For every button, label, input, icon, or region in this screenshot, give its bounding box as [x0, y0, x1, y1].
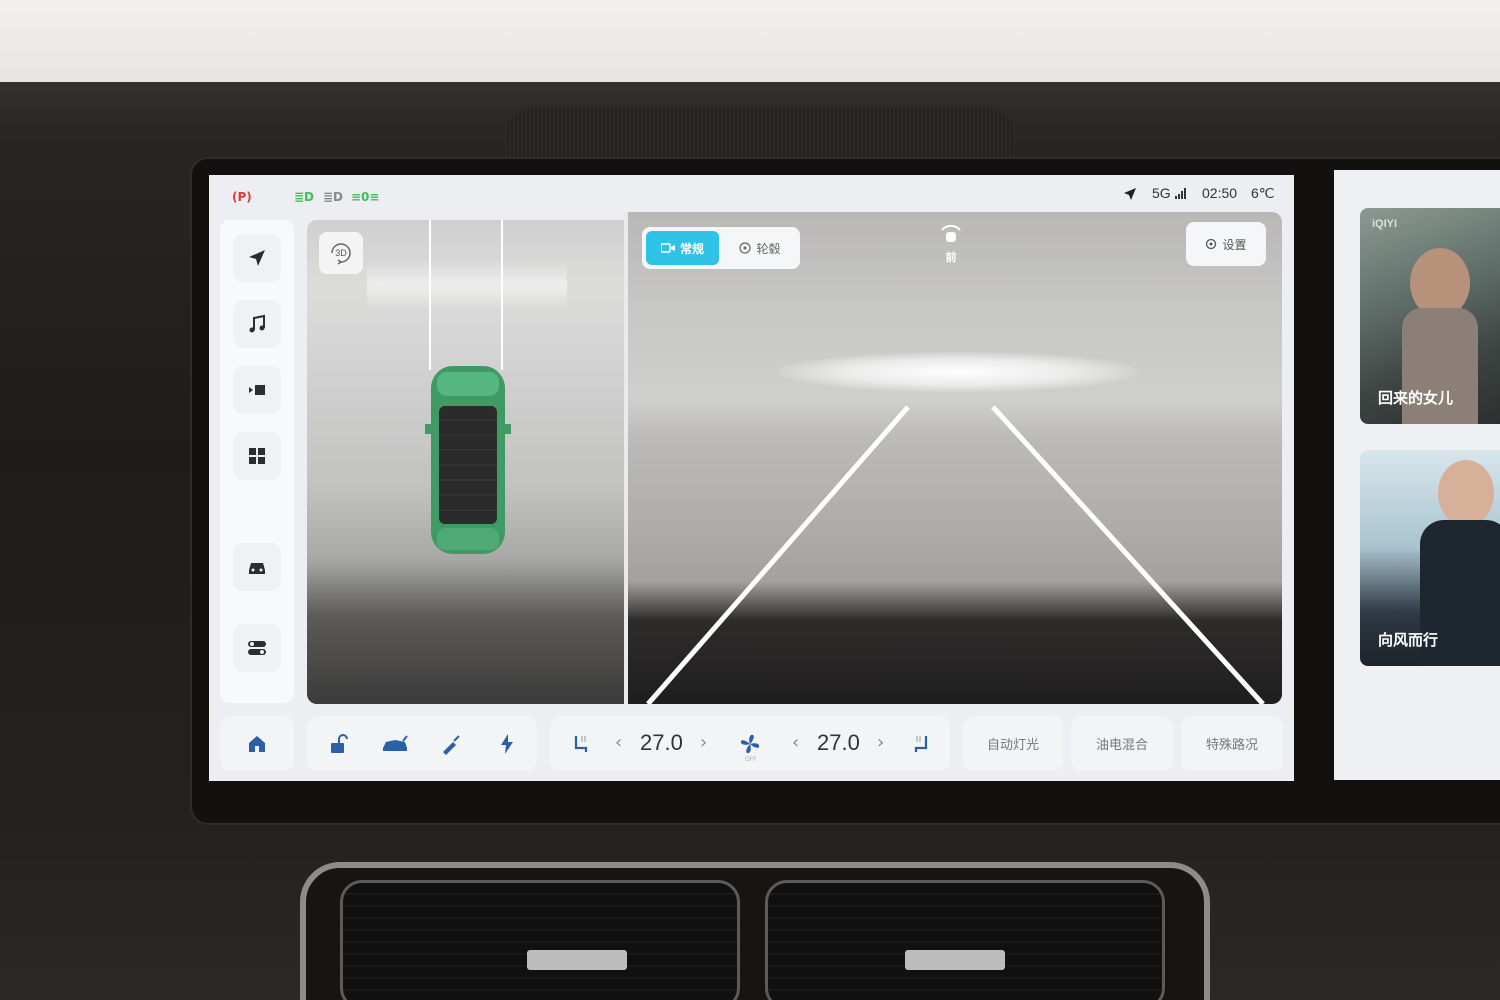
settings-toggle-icon — [248, 641, 266, 655]
sidebar — [220, 220, 294, 703]
video-card[interactable]: iQIYI 回来的女儿 — [1360, 208, 1500, 424]
background-wall — [0, 0, 1500, 85]
ceiling-light — [367, 260, 567, 310]
low-beam-icon: ≣D — [294, 190, 315, 204]
view-normal-button[interactable]: 常规 — [646, 231, 719, 265]
sidebar-item-navigation[interactable] — [233, 234, 281, 282]
air-vent-left — [340, 880, 740, 1000]
hybrid-mode-button[interactable]: 油电混合 — [1071, 716, 1173, 771]
sidebar-item-media[interactable] — [233, 366, 281, 414]
home-button[interactable] — [220, 716, 294, 771]
charge-port-icon[interactable] — [495, 732, 519, 756]
car-icon — [249, 563, 265, 574]
left-temp-increase[interactable]: › — [700, 732, 707, 753]
video-card[interactable]: 向风而行 — [1360, 450, 1500, 666]
air-vent-right — [765, 880, 1165, 1000]
sidebar-item-apps[interactable] — [233, 432, 281, 480]
auto-light-button[interactable]: 自动灯光 — [963, 716, 1063, 771]
left-temp-decrease[interactable]: ‹ — [615, 732, 622, 753]
parking-guide-lines — [646, 405, 1265, 704]
special-road-button[interactable]: 特殊路况 — [1181, 716, 1283, 771]
sidebar-item-controls[interactable] — [233, 624, 281, 672]
parking-brake-icon: (P) — [232, 190, 252, 204]
front-camera-view[interactable]: 常规 轮毂 前 设置 — [628, 212, 1282, 704]
camera-settings-button[interactable]: 设置 — [1186, 222, 1266, 266]
navigation-icon — [249, 250, 265, 266]
card-title: 回来的女儿 — [1378, 389, 1454, 407]
unlock-icon[interactable] — [327, 732, 351, 756]
media-icon — [249, 385, 265, 395]
apps-icon — [249, 448, 265, 464]
left-temp-value: 27.0 — [640, 730, 683, 755]
sidebar-item-music[interactable] — [233, 300, 281, 348]
outside-temperature: 6℃ — [1251, 185, 1275, 201]
climate-control: ‹ 27.0 › OFF ‹ 27.0 › — [550, 716, 950, 771]
view-mode-toggle: 常规 轮毂 — [642, 227, 800, 269]
location-icon — [1124, 188, 1136, 200]
fan-icon[interactable] — [738, 732, 762, 756]
view-3d-button[interactable]: 3D — [319, 232, 363, 274]
card-title: 向风而行 — [1378, 631, 1439, 649]
fan-state: OFF — [745, 756, 757, 763]
trunk-icon[interactable] — [381, 732, 409, 756]
gear-icon — [1206, 238, 1217, 250]
fuel-cap-icon[interactable] — [439, 732, 463, 756]
music-icon — [249, 314, 265, 333]
network-label: 5G — [1152, 185, 1171, 201]
poster-figure — [1438, 460, 1494, 526]
signal-icon — [1175, 188, 1186, 199]
right-temp-value: 27.0 — [817, 730, 860, 755]
vehicle-quick-controls — [307, 716, 537, 771]
sidebar-item-vehicle[interactable] — [233, 543, 281, 591]
wheel-icon — [739, 242, 752, 254]
vent-tab-right[interactable] — [905, 950, 1005, 970]
direction-label: 前 — [945, 251, 957, 264]
brand-logo: iQIYI — [1372, 218, 1398, 230]
dash-speaker-grille — [505, 108, 1015, 158]
surround-view-camera[interactable]: 3D — [307, 220, 624, 704]
driver-seat-heat-icon[interactable] — [568, 732, 592, 756]
camera-icon — [660, 243, 675, 253]
passenger-screen: iQIYI 回来的女儿 向风而行 — [1334, 170, 1500, 780]
front-sensor-icon — [941, 224, 961, 242]
vent-tab-left[interactable] — [527, 950, 627, 970]
right-temp-increase[interactable]: › — [877, 732, 884, 753]
clock: 02:50 — [1202, 185, 1238, 201]
high-beam-icon: ≣D — [323, 190, 344, 204]
home-icon — [249, 735, 265, 752]
settings-label: 设置 — [1222, 237, 1247, 252]
view-wheel-button[interactable]: 轮毂 — [724, 231, 796, 265]
passenger-seat-heat-icon[interactable] — [910, 732, 934, 756]
front-direction-indicator: 前 — [936, 222, 966, 265]
view-3d-label: 3D — [335, 248, 347, 258]
view-wheel-label: 轮毂 — [756, 241, 781, 256]
view-normal-label: 常规 — [679, 241, 704, 256]
position-light-icon: ≡0≡ — [351, 190, 380, 204]
right-temp-decrease[interactable]: ‹ — [792, 732, 799, 753]
vehicle-topview-icon — [425, 366, 511, 554]
main-screen: (P) ≣D ≣D ≡0≡ 5G 02:50 6℃ 3D 常规 轮毂 前 设置 … — [209, 175, 1294, 781]
